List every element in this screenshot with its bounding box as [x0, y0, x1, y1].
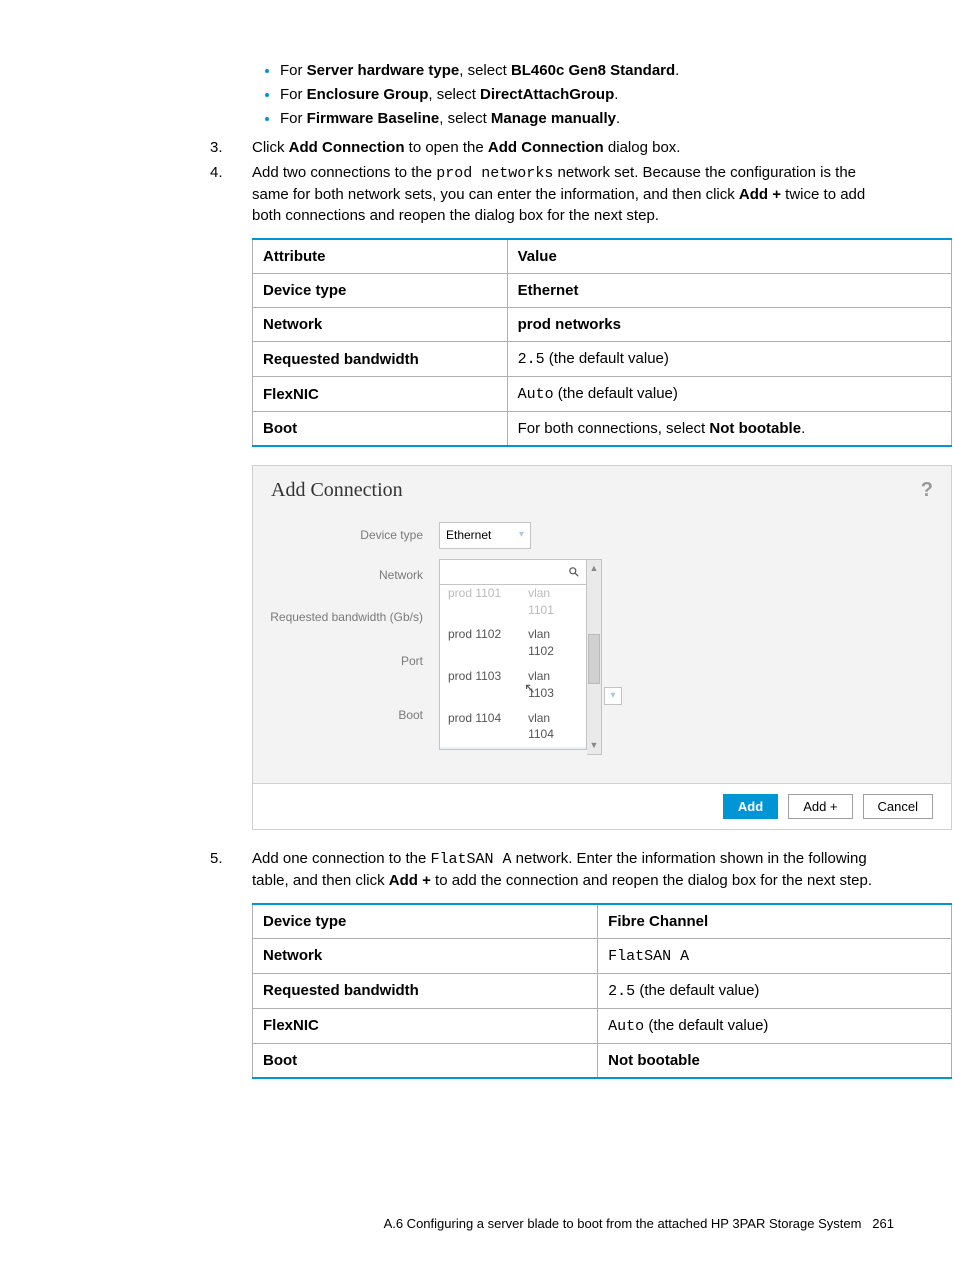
table-row: Device typeFibre Channel	[253, 904, 952, 939]
list-item: prod 1103vlan 1103	[440, 664, 586, 706]
table-row: Networkprod networks	[253, 308, 952, 342]
cursor-icon: ↖	[524, 679, 536, 699]
scroll-up-icon[interactable]: ▲	[590, 562, 599, 575]
list-item: prod 1102vlan 1102	[440, 622, 586, 664]
table-row: FlexNICAuto (the default value)	[253, 377, 952, 412]
chevron-down-icon: ▾	[519, 528, 524, 542]
step-4: 4. Add two connections to the prod netwo…	[190, 162, 894, 226]
boot-label: Boot	[253, 702, 433, 734]
table-row: Device typeEthernet	[253, 274, 952, 308]
list-item: prod 1101vlan 1101	[440, 585, 586, 623]
page-footer: A.6 Configuring a server blade to boot f…	[384, 1215, 894, 1233]
bullet-item: For Firmware Baseline, select Manage man…	[280, 108, 894, 129]
add-plus-button[interactable]: Add +	[788, 794, 852, 819]
dialog-labels: Device type Network Requested bandwidth …	[253, 522, 433, 755]
scrollbar[interactable]: ▲ ▼	[587, 559, 602, 755]
req-bandwidth-label: Requested bandwidth (Gb/s)	[253, 604, 433, 642]
scroll-down-icon[interactable]: ▼	[590, 739, 599, 752]
table-header: Value	[507, 239, 951, 274]
table-header: Attribute	[253, 239, 508, 274]
table-row: BootNot bootable	[253, 1043, 952, 1078]
bullet-item: For Server hardware type, select BL460c …	[280, 60, 894, 81]
step-3: 3. Click Add Connection to open the Add …	[190, 137, 894, 158]
table-row: FlexNICAuto (the default value)	[253, 1008, 952, 1043]
network-label: Network	[253, 562, 433, 596]
add-button[interactable]: Add	[723, 794, 778, 819]
network-list[interactable]: prod 1101vlan 1101 prod 1102vlan 1102 pr…	[439, 585, 587, 750]
cancel-button[interactable]: Cancel	[863, 794, 933, 819]
table-row: BootFor both connections, select Not boo…	[253, 412, 952, 447]
port-select-chevron[interactable]: ▾	[604, 687, 622, 705]
device-type-label: Device type	[253, 522, 433, 556]
list-item: prod 1104vlan 1104	[440, 706, 586, 748]
help-icon[interactable]: ?	[921, 476, 933, 504]
attribute-table-2: Device typeFibre Channel NetworkFlatSAN …	[252, 903, 952, 1079]
list-item-selected: prod networks(network set)	[440, 747, 586, 750]
table-row: Requested bandwidth2.5 (the default valu…	[253, 973, 952, 1008]
table-row: Requested bandwidth2.5 (the default valu…	[253, 342, 952, 377]
bullet-item: For Enclosure Group, select DirectAttach…	[280, 84, 894, 105]
add-connection-dialog: Add Connection ? Device type Network Req…	[252, 465, 952, 830]
scroll-thumb[interactable]	[588, 634, 600, 684]
device-type-select[interactable]: Ethernet ▾	[439, 522, 531, 549]
network-search-input[interactable]	[439, 559, 587, 585]
sub-bullet-list: For Server hardware type, select BL460c …	[190, 60, 894, 129]
dialog-title: Add Connection	[271, 476, 403, 504]
step-5: 5. Add one connection to the FlatSAN A n…	[190, 848, 894, 891]
attribute-table-1: AttributeValue Device typeEthernet Netwo…	[252, 238, 952, 447]
port-label: Port	[253, 648, 433, 680]
table-row: NetworkFlatSAN A	[253, 938, 952, 973]
search-icon	[568, 566, 580, 578]
